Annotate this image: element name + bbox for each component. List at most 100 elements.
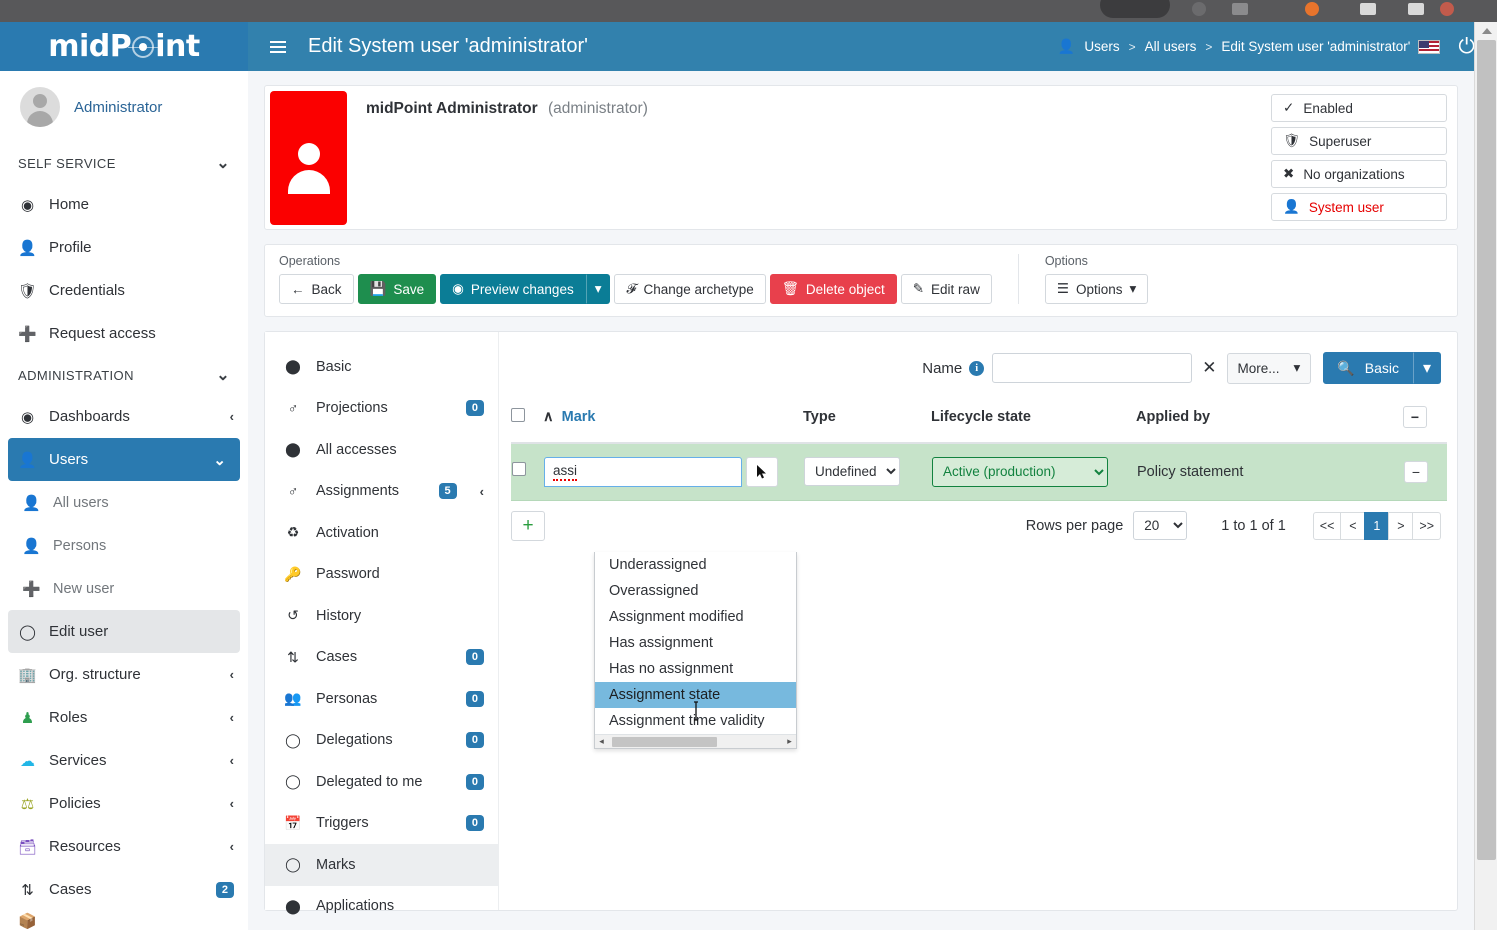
back-button[interactable]: ← Back xyxy=(279,274,354,304)
hamburger-menu-icon[interactable] xyxy=(270,38,286,56)
sidebar-item-credentials[interactable]: 🛡 Credentials xyxy=(0,269,248,312)
tab-activation[interactable]: ♻ Activation xyxy=(265,512,498,554)
sidebar-item-roles[interactable]: ♟ Roles ‹ xyxy=(0,696,248,739)
breadcrumb-separator: > xyxy=(1205,39,1213,54)
sidebar-item-org-structure[interactable]: 🏢 Org. structure ‹ xyxy=(0,653,248,696)
person-icon: 👤 xyxy=(18,451,37,469)
sidebar-item-partial[interactable]: 📦 xyxy=(0,911,248,930)
autocomplete-option[interactable]: Underassigned xyxy=(595,552,796,578)
chevron-down-icon: ▾ xyxy=(1129,281,1137,296)
sidebar-item-new-user[interactable]: ➕ New user xyxy=(0,567,248,610)
preview-changes-caret[interactable]: ▾ xyxy=(585,274,611,304)
sidebar-item-home[interactable]: ◉ Home xyxy=(0,183,248,226)
page-number-button[interactable]: 1 xyxy=(1364,511,1390,540)
sidebar-item-resources[interactable]: 🗃 Resources ‹ xyxy=(0,825,248,868)
scrollbar-thumb[interactable] xyxy=(1477,40,1496,860)
tab-delegated-to-me[interactable]: ◯ Delegated to me 0 xyxy=(265,761,498,803)
sidebar-item-label: Credentials xyxy=(49,282,125,299)
row-checkbox[interactable] xyxy=(512,462,526,477)
button-label: Change archetype xyxy=(643,281,754,297)
breadcrumb-item-users[interactable]: Users xyxy=(1084,39,1119,54)
filled-circle-icon: ⬤ xyxy=(285,897,301,914)
page-last-button[interactable]: >> xyxy=(1412,511,1441,540)
tab-cases[interactable]: ⇅ Cases 0 xyxy=(265,637,498,679)
autocomplete-option[interactable]: Has assignment xyxy=(595,630,796,656)
check-icon: ✓ xyxy=(1283,100,1295,115)
sidebar-item-profile[interactable]: 👤 Profile xyxy=(0,226,248,269)
sidebar-item-policies[interactable]: ⚖ Policies ‹ xyxy=(0,782,248,825)
sidebar-item-label: New user xyxy=(53,580,115,597)
add-mark-button[interactable]: + xyxy=(511,510,545,541)
sidebar-item-users[interactable]: 👤 Users ⌄ xyxy=(8,438,240,481)
status-badge-enabled[interactable]: ✓ Enabled xyxy=(1271,94,1447,122)
tab-triggers[interactable]: 📅 Triggers 0 xyxy=(265,803,498,845)
clear-search-button[interactable]: ✕ xyxy=(1192,358,1226,378)
mark-autocomplete-input[interactable]: assi xyxy=(544,456,742,487)
autocomplete-option[interactable]: Has no assignment xyxy=(595,656,796,682)
status-badge-superuser[interactable]: 🛡 Superuser xyxy=(1271,127,1447,155)
search-input[interactable] xyxy=(992,353,1193,383)
change-archetype-button[interactable]: 𝓕 Change archetype xyxy=(614,274,766,304)
nav-section-administration[interactable]: ADMINISTRATION ⌄ xyxy=(0,355,248,395)
tab-label: Personas xyxy=(316,690,378,707)
sidebar-user[interactable]: Administrator xyxy=(0,71,248,143)
scroll-left-arrow-icon[interactable]: ◂ xyxy=(595,736,608,747)
tab-basic[interactable]: ⬤ Basic xyxy=(265,346,498,388)
sidebar-item-dashboards[interactable]: ◉ Dashboards ‹ xyxy=(0,395,248,438)
edit-raw-button[interactable]: ✎ Edit raw xyxy=(900,274,992,304)
column-header-mark[interactable]: ∧ Mark xyxy=(543,398,803,444)
select-all-checkbox[interactable] xyxy=(511,408,525,422)
tab-label: All accesses xyxy=(316,441,397,458)
brand-logo[interactable]: mid Pint xyxy=(0,22,248,71)
save-button[interactable]: 💾 Save xyxy=(357,274,437,304)
tab-applications[interactable]: ⬤ Applications xyxy=(265,886,498,928)
sidebar-item-all-users[interactable]: 👤 All users xyxy=(0,481,248,524)
more-filters-button[interactable]: More... ▾ xyxy=(1226,352,1312,384)
scroll-up-arrow-icon[interactable] xyxy=(1482,28,1492,34)
scroll-right-arrow-icon[interactable]: ▸ xyxy=(783,736,796,747)
tab-personas[interactable]: 👥 Personas 0 xyxy=(265,678,498,720)
archetype-icon: 𝓕 xyxy=(626,281,637,296)
tab-projections[interactable]: ♂ Projections 0 xyxy=(265,388,498,430)
lifecycle-state-select[interactable]: Active (production) xyxy=(932,456,1108,487)
page-next-button[interactable]: > xyxy=(1388,511,1414,540)
sidebar-item-persons[interactable]: 👤 Persons xyxy=(0,524,248,567)
tab-assignments[interactable]: ♂ Assignments 5 ‹ xyxy=(265,471,498,513)
nav-section-self-service[interactable]: SELF SERVICE ⌄ xyxy=(0,143,248,183)
sidebar-item-request-access[interactable]: ➕ Request access xyxy=(0,312,248,355)
tab-marks[interactable]: ◯ Marks xyxy=(265,844,498,886)
page-prev-button[interactable]: < xyxy=(1340,511,1366,540)
info-icon[interactable]: i xyxy=(969,360,985,376)
basic-search-button[interactable]: 🔍 Basic xyxy=(1323,352,1413,384)
tab-password[interactable]: 🔑 Password xyxy=(265,554,498,596)
remove-row-button[interactable]: − xyxy=(1404,460,1428,483)
delete-object-button[interactable]: 🗑 Delete object xyxy=(769,274,897,304)
breadcrumb-item-all-users[interactable]: All users xyxy=(1145,39,1197,54)
sidebar-item-cases[interactable]: ⇅ Cases 2 xyxy=(0,868,248,911)
us-flag-icon[interactable] xyxy=(1418,39,1441,54)
mark-select-pointer-button[interactable] xyxy=(746,456,778,487)
chevron-down-icon: ⌄ xyxy=(216,155,230,172)
scrollbar-thumb[interactable] xyxy=(612,737,717,747)
tab-delegations[interactable]: ◯ Delegations 0 xyxy=(265,720,498,762)
page-first-button[interactable]: << xyxy=(1312,511,1342,540)
rows-per-page-select[interactable]: 20 xyxy=(1133,511,1188,540)
select-all-header xyxy=(511,398,543,444)
logout-power-icon[interactable]: ⏻ xyxy=(1458,35,1475,59)
collapse-column-button[interactable]: − xyxy=(1403,406,1427,428)
sidebar-item-edit-user[interactable]: ◯ Edit user xyxy=(8,610,240,653)
recycle-icon: ♻ xyxy=(286,524,300,541)
autocomplete-option[interactable]: Assignment modified xyxy=(595,604,796,630)
options-button[interactable]: ☰ Options ▾ xyxy=(1044,274,1149,304)
autocomplete-option[interactable]: Overassigned xyxy=(595,578,796,604)
type-select[interactable]: Undefined xyxy=(804,457,900,487)
status-badge-system-user[interactable]: 👤 System user xyxy=(1271,193,1447,221)
tab-history[interactable]: ↺ History xyxy=(265,595,498,637)
tab-all-accesses[interactable]: ⬤ All accesses xyxy=(265,429,498,471)
page-scrollbar[interactable] xyxy=(1474,22,1497,930)
autocomplete-horizontal-scrollbar[interactable]: ◂ ▸ xyxy=(595,734,796,748)
status-badge-no-organizations[interactable]: ✖ No organizations xyxy=(1271,160,1447,188)
preview-changes-button[interactable]: ◉ Preview changes xyxy=(440,274,586,304)
basic-search-caret[interactable]: ▾ xyxy=(1412,352,1441,384)
sidebar-item-services[interactable]: ☁ Services ‹ xyxy=(0,739,248,782)
